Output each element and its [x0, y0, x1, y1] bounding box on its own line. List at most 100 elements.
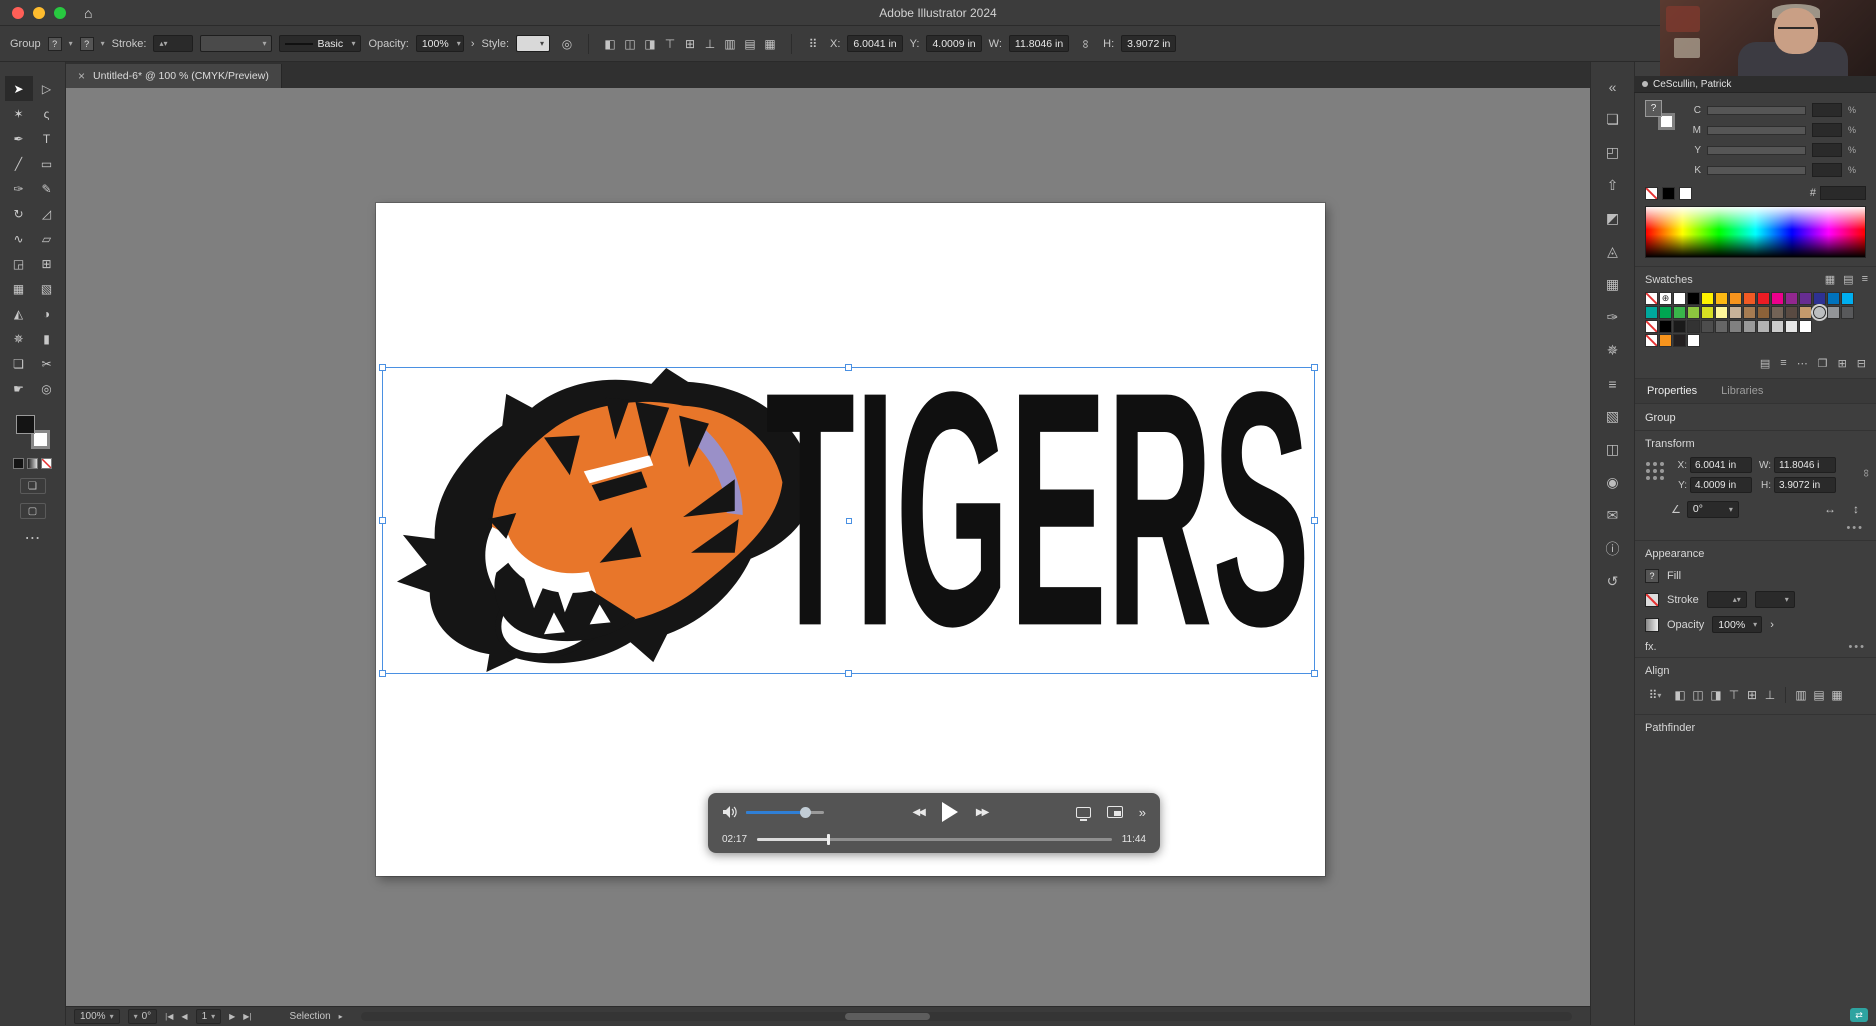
- column-graph-tool[interactable]: ▮: [33, 326, 61, 351]
- eyedropper-tool[interactable]: ◭: [5, 301, 33, 326]
- stroke-unit-dropdown[interactable]: ▾: [1755, 591, 1795, 608]
- selection-handle-ne[interactable]: [1311, 364, 1318, 371]
- align-bottom-icon[interactable]: ⊥: [1761, 687, 1779, 704]
- swatch[interactable]: [1757, 320, 1770, 333]
- free-transform-tool[interactable]: ▱: [33, 226, 61, 251]
- speaker-icon[interactable]: [722, 805, 738, 819]
- swatch-none[interactable]: [1645, 320, 1658, 333]
- selection-handle-w[interactable]: [379, 517, 386, 524]
- hand-tool[interactable]: ☛: [5, 376, 33, 401]
- volume-thumb[interactable]: [800, 807, 811, 818]
- stroke-picker-chevron-icon[interactable]: ▾: [101, 39, 105, 48]
- zoom-tool[interactable]: ◎: [33, 376, 61, 401]
- reference-point-locator[interactable]: [1645, 461, 1665, 481]
- document-tab[interactable]: × Untitled-6* @ 100 % (CMYK/Preview): [66, 64, 282, 88]
- color-spectrum[interactable]: [1645, 206, 1866, 258]
- new-color-group-icon[interactable]: ❐: [1818, 357, 1828, 370]
- stroke-icon[interactable]: ≡: [1596, 367, 1630, 400]
- selection-handle-se[interactable]: [1311, 670, 1318, 677]
- swatch[interactable]: [1841, 292, 1854, 305]
- color-fill-swatch[interactable]: ?: [1645, 100, 1662, 117]
- swatch[interactable]: [1785, 292, 1798, 305]
- distribute-right-icon[interactable]: ▦: [1828, 687, 1846, 704]
- magic-wand-tool[interactable]: ✶: [5, 101, 33, 126]
- swatch[interactable]: [1799, 320, 1812, 333]
- appearance-stroke-swatch[interactable]: [1645, 593, 1659, 607]
- distribute-left-icon[interactable]: ▥: [1792, 687, 1810, 704]
- appearance-icon[interactable]: ◉: [1596, 466, 1630, 499]
- swatch[interactable]: [1757, 292, 1770, 305]
- m-slider[interactable]: [1707, 126, 1806, 135]
- h-field[interactable]: 3.9072 in: [1121, 35, 1176, 52]
- selection-handle-sw[interactable]: [379, 670, 386, 677]
- transparency-icon[interactable]: ◫: [1596, 433, 1630, 466]
- k-value-field[interactable]: [1812, 163, 1842, 177]
- swatch-options-icon[interactable]: ⋯: [1797, 357, 1808, 370]
- gradient-tool[interactable]: ▧: [33, 276, 61, 301]
- swatch[interactable]: [1813, 292, 1826, 305]
- picture-in-picture-icon[interactable]: [1107, 806, 1123, 818]
- play-button[interactable]: [942, 802, 958, 822]
- swatch[interactable]: [1701, 306, 1714, 319]
- constrain-proportions-icon[interactable]: ∞: [1077, 34, 1095, 54]
- x-field[interactable]: 6.0041 in: [847, 35, 902, 52]
- stroke-weight-field[interactable]: ▴▾: [153, 35, 193, 52]
- opacity-field[interactable]: 100%▾: [416, 35, 464, 52]
- black-color-button[interactable]: [1662, 187, 1675, 200]
- align-left-icon[interactable]: ◧: [1671, 687, 1689, 704]
- comments-icon[interactable]: ✉: [1596, 499, 1630, 532]
- volume-slider[interactable]: [746, 811, 824, 814]
- seek-thumb[interactable]: [827, 834, 830, 845]
- c-value-field[interactable]: [1812, 103, 1842, 117]
- distribute-center-icon[interactable]: ▤: [1810, 687, 1828, 704]
- align-middle-icon[interactable]: ⊞: [1743, 687, 1761, 704]
- swatch[interactable]: [1729, 292, 1742, 305]
- perspective-grid-tool[interactable]: ⊞: [33, 251, 61, 276]
- swatch[interactable]: [1785, 320, 1798, 333]
- style-dropdown[interactable]: ▾: [516, 35, 550, 52]
- selection-bounding-box[interactable]: TIGERS: [382, 367, 1315, 674]
- swatch[interactable]: [1785, 306, 1798, 319]
- constrain-proportions-icon[interactable]: ∞: [1860, 469, 1872, 477]
- k-slider[interactable]: [1707, 166, 1806, 175]
- swatch[interactable]: [1687, 334, 1700, 347]
- swatch[interactable]: [1841, 306, 1854, 319]
- asset-export-icon[interactable]: ⇧: [1596, 169, 1630, 202]
- lasso-tool[interactable]: ς: [33, 101, 61, 126]
- delete-swatch-icon[interactable]: ⊟: [1857, 357, 1866, 370]
- transform-x-field[interactable]: 6.0041 in: [1690, 457, 1752, 473]
- swatch[interactable]: [1673, 320, 1686, 333]
- flip-horizontal-icon[interactable]: ↔: [1820, 500, 1840, 518]
- shape-builder-tool[interactable]: ◲: [5, 251, 33, 276]
- swatch[interactable]: [1813, 306, 1826, 319]
- artboard-number-field[interactable]: 1▾: [196, 1009, 222, 1024]
- color-fill-stroke-proxy[interactable]: ?: [1645, 100, 1675, 130]
- swatch[interactable]: [1673, 292, 1686, 305]
- tab-properties[interactable]: Properties: [1635, 379, 1709, 403]
- distribute-horizontal-icon[interactable]: ▥: [720, 35, 740, 53]
- swatch[interactable]: [1799, 306, 1812, 319]
- color-guide-icon[interactable]: ◬: [1596, 235, 1630, 268]
- tab-libraries[interactable]: Libraries: [1709, 379, 1775, 403]
- transform-more-options[interactable]: •••: [1635, 522, 1876, 540]
- rotation-dropdown[interactable]: ▾0°: [128, 1009, 158, 1024]
- selection-handle-s[interactable]: [845, 670, 852, 677]
- scrollbar-thumb[interactable]: [845, 1013, 930, 1020]
- vertical-align-bottom-icon[interactable]: ⊥: [700, 35, 720, 53]
- rectangle-tool[interactable]: ▭: [33, 151, 61, 176]
- swatch-view-grid-icon[interactable]: ▦: [1825, 273, 1835, 286]
- align-to-selection-dropdown[interactable]: ⠿▾: [1645, 686, 1665, 704]
- swatch[interactable]: [1659, 320, 1672, 333]
- swatch[interactable]: [1687, 306, 1700, 319]
- swatch[interactable]: [1659, 334, 1672, 347]
- close-document-icon[interactable]: ×: [78, 69, 85, 83]
- stroke-weight-stepper[interactable]: ▴▾: [1707, 591, 1747, 608]
- y-field[interactable]: 4.0009 in: [926, 35, 981, 52]
- blend-tool[interactable]: ◑: [33, 301, 61, 326]
- fill-color-picker[interactable]: ?: [48, 37, 62, 51]
- info-icon[interactable]: ⓘ: [1596, 532, 1630, 565]
- align-top-icon[interactable]: ⊤: [1725, 687, 1743, 704]
- swatch-view-list-icon[interactable]: ▤: [1843, 273, 1853, 286]
- rotation-angle-dropdown[interactable]: 0°▾: [1687, 501, 1739, 518]
- slice-tool[interactable]: ✂: [33, 351, 61, 376]
